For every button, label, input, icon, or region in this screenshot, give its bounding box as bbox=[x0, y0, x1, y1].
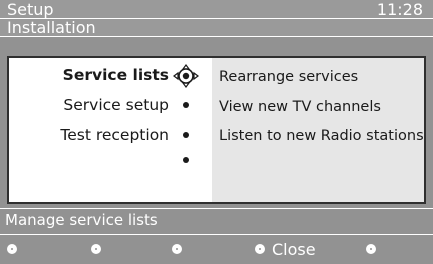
help-divider bbox=[0, 208, 433, 209]
title-bar: Setup 11:28 Installation bbox=[0, 0, 433, 37]
menu-item-service-lists[interactable]: Service lists bbox=[63, 65, 169, 85]
menu-subtitle: Installation bbox=[7, 18, 96, 37]
color-key-icon bbox=[255, 244, 265, 254]
keys-divider bbox=[0, 234, 433, 235]
tv-menu-screen: Setup 11:28 Installation Service lists S… bbox=[0, 0, 433, 264]
bullet-icon bbox=[183, 102, 189, 108]
option-rearrange-services[interactable]: Rearrange services bbox=[219, 67, 358, 87]
menu-item-test-reception[interactable]: Test reception bbox=[60, 125, 169, 145]
menu-list: Service lists Service setup Test recepti… bbox=[9, 58, 212, 202]
menu-item-service-setup[interactable]: Service setup bbox=[63, 95, 169, 115]
help-text: Manage service lists bbox=[5, 211, 158, 229]
clock: 11:28 bbox=[376, 0, 423, 19]
bullet-icon bbox=[183, 132, 189, 138]
navigation-cursor-icon bbox=[173, 64, 199, 88]
menu-panel: Service lists Service setup Test recepti… bbox=[7, 56, 426, 204]
color-key-icon bbox=[366, 244, 376, 254]
color-key-icon bbox=[172, 244, 182, 254]
color-key-icon bbox=[91, 244, 101, 254]
bullet-icon bbox=[183, 157, 189, 163]
subtitle-divider bbox=[0, 36, 433, 37]
option-listen-new-radio-stations[interactable]: Listen to new Radio stations bbox=[219, 126, 424, 146]
menu-title: Setup bbox=[7, 0, 54, 19]
option-view-new-tv-channels[interactable]: View new TV channels bbox=[219, 97, 381, 117]
color-key-icon bbox=[7, 244, 17, 254]
options-list: Rearrange services View new TV channels … bbox=[212, 58, 424, 202]
